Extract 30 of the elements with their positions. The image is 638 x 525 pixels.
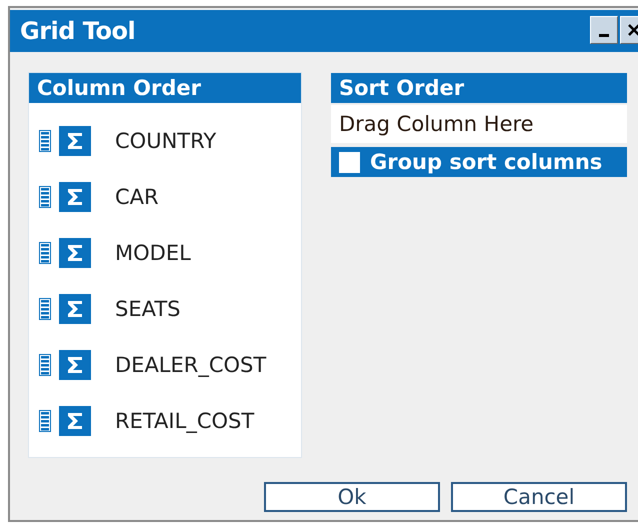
minimize-icon bbox=[599, 34, 609, 36]
checkbox[interactable] bbox=[339, 152, 360, 172]
column-name[interactable]: MODEL bbox=[115, 241, 191, 265]
list-icon bbox=[39, 186, 51, 208]
sigma-icon[interactable] bbox=[59, 294, 91, 324]
sigma-icon[interactable] bbox=[59, 126, 91, 156]
list-icon bbox=[39, 242, 51, 264]
sigma-icon[interactable] bbox=[59, 238, 91, 268]
drop-zone[interactable]: Drag Column Here bbox=[331, 105, 627, 143]
panel-header: Column Order bbox=[29, 73, 301, 103]
cancel-button[interactable]: Cancel bbox=[451, 482, 627, 512]
panel-header: Sort Order bbox=[331, 73, 627, 103]
list-icon bbox=[39, 298, 51, 320]
column-name[interactable]: RETAIL_COST bbox=[115, 409, 254, 433]
sigma-icon[interactable] bbox=[59, 350, 91, 380]
column-name[interactable]: CAR bbox=[115, 185, 159, 209]
group-sort-option[interactable]: Group sort columns bbox=[331, 147, 627, 177]
list-icon bbox=[39, 130, 51, 152]
minimize-button[interactable] bbox=[590, 16, 618, 44]
close-icon bbox=[627, 23, 638, 37]
sigma-icon[interactable] bbox=[59, 182, 91, 212]
checkbox-label: Group sort columns bbox=[370, 150, 602, 174]
sigma-icon[interactable] bbox=[59, 406, 91, 436]
column-name[interactable]: SEATS bbox=[115, 297, 180, 321]
ok-button[interactable]: Ok bbox=[264, 482, 440, 512]
column-name[interactable]: COUNTRY bbox=[115, 129, 216, 153]
list-icon bbox=[39, 410, 51, 432]
window-title: Grid Tool bbox=[20, 17, 136, 45]
list-icon bbox=[39, 354, 51, 376]
column-name[interactable]: DEALER_COST bbox=[115, 353, 266, 377]
